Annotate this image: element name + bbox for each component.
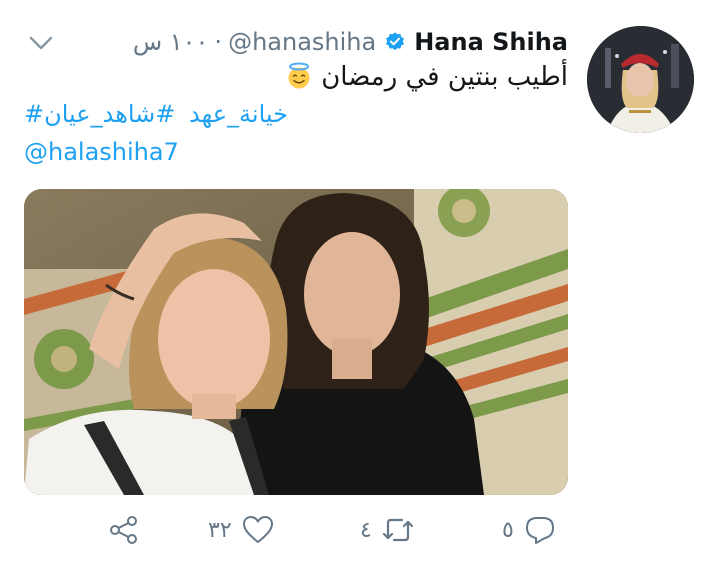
like-count: ٣٢ (208, 517, 232, 543)
heart-icon (242, 516, 273, 543)
user-handle[interactable]: @hanashiha (228, 28, 376, 56)
chevron-down-icon[interactable] (28, 34, 54, 52)
header-separator: · (214, 28, 223, 56)
hashtag-link[interactable]: #شاهد_عيان (44, 100, 175, 128)
avatar[interactable] (587, 26, 694, 133)
reply-button[interactable]: ٥ (502, 514, 556, 546)
tweet-header: ١٠٠ س · @hanashiha Hana Shiha (133, 28, 568, 56)
tweet-photo[interactable] (24, 189, 568, 495)
share-icon (110, 516, 137, 544)
display-name[interactable]: Hana Shiha (414, 28, 568, 56)
avatar-portrait (587, 26, 694, 133)
photo-image (24, 189, 568, 495)
smiling-face-with-halo-icon (288, 62, 310, 89)
tweet-text-content: أطيب بنتين في رمضان (321, 62, 568, 92)
reply-icon (525, 517, 554, 544)
retweet-count: ٤ (360, 517, 372, 543)
retweet-button[interactable]: ٤ (360, 514, 414, 546)
mention-link[interactable]: @halashiha7 (24, 138, 179, 166)
hashtag-line: #خيانة_عهد #شاهد_عيان (24, 100, 294, 128)
tweet-time[interactable]: ١٠٠ س (133, 28, 209, 56)
tweet-text: أطيب بنتين في رمضان (281, 62, 568, 92)
tweet-actions: ٣٢ ٤ ٥ (0, 514, 720, 554)
retweet-icon (382, 518, 413, 542)
like-button[interactable]: ٣٢ (208, 514, 274, 546)
verified-badge-icon (386, 32, 405, 51)
tweet-card[interactable]: ١٠٠ س · @hanashiha Hana Shiha أطيب بنتين… (0, 0, 720, 574)
reply-count: ٥ (502, 517, 514, 543)
share-button[interactable] (108, 514, 140, 546)
